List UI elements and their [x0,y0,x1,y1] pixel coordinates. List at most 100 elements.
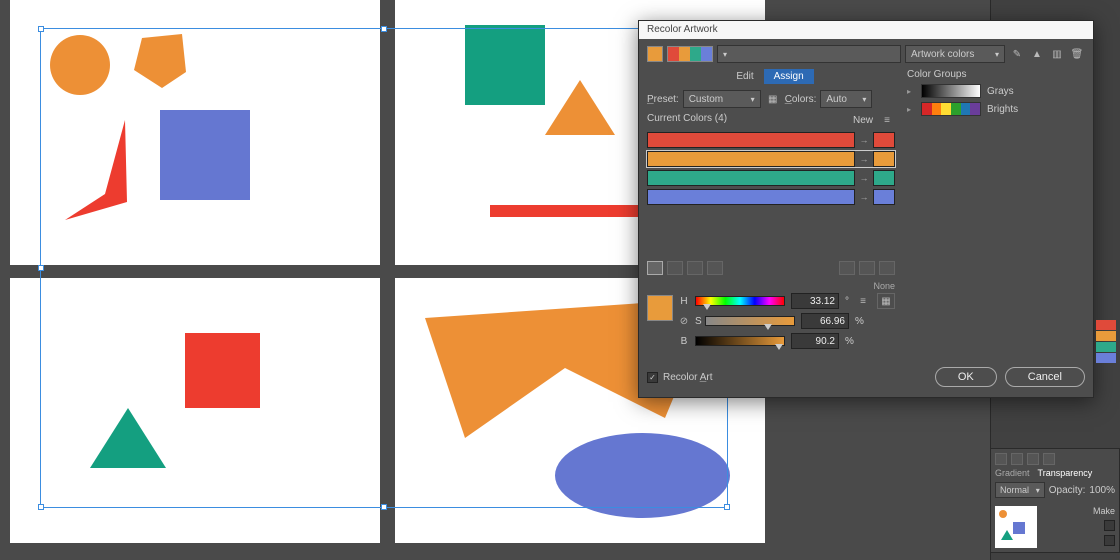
shape-triangle-teal[interactable] [90,408,166,468]
bri-input[interactable] [791,333,839,349]
preset-label: Preset: [647,94,679,105]
trash-icon[interactable]: 🗑 [1069,46,1085,62]
shape-pentagon[interactable] [130,30,190,90]
recolor-art-checkbox[interactable]: ✓ [647,372,658,383]
shape-ellipse-blue[interactable] [555,433,730,518]
preset-dropdown[interactable]: Custom [683,90,761,108]
current-colors-header: Current Colors (4) [647,113,727,124]
tab-gradient[interactable]: Gradient [995,468,1030,478]
expand-icon[interactable]: ▸ [907,105,915,114]
colors-count-dropdown[interactable]: Auto [820,90,872,108]
merge-colors-icon[interactable] [859,261,875,275]
artboard-3 [10,278,380,543]
tab-edit[interactable]: Edit [728,69,761,84]
shape-square-red[interactable] [185,333,260,408]
color-group-dropdown[interactable] [717,45,901,63]
link-icon[interactable]: ⊘ [679,313,689,329]
sel-handle-n[interactable] [381,26,387,32]
ok-button[interactable]: OK [935,367,997,387]
invert-checkbox[interactable] [1104,535,1115,546]
bri-unit: % [845,336,854,347]
sel-handle-w[interactable] [38,265,44,271]
artwork-colors-dropdown[interactable]: Artwork colors [905,45,1005,63]
map-arrow-icon: → [859,154,869,164]
color-row-options-icon[interactable]: ≡ [879,112,895,128]
h-label: H [679,296,689,307]
panel-icon-3[interactable] [1027,453,1039,465]
new-colors-header: New [853,115,873,126]
tab-assign[interactable]: Assign [764,69,814,84]
panel-icon-2[interactable] [1011,453,1023,465]
shape-square-blue[interactable] [160,110,250,200]
find-in-artwork-icon[interactable] [839,261,855,275]
shape-square-teal[interactable] [465,25,545,105]
hue-unit: ° [845,296,849,307]
color-row-1-selected[interactable]: → [647,151,895,167]
swatches-mini-panel [1096,320,1116,363]
dialog-title[interactable]: Recolor Artwork [639,21,1093,39]
mode-tabs: Edit Assign [647,69,895,84]
artboard-1 [10,0,380,265]
shape-red-spike[interactable] [65,120,145,230]
mini-swatch-orange[interactable] [1096,331,1116,341]
grays-label: Grays [987,86,1014,97]
color-row-3[interactable]: → [647,189,895,205]
clip-checkbox[interactable] [1104,520,1115,531]
shape-triangle-orange[interactable] [545,80,615,135]
blend-mode-select[interactable]: Normal [995,482,1045,498]
color-picker-icon[interactable]: ▦ [877,293,895,309]
color-row-2[interactable]: → [647,170,895,186]
map-arrow-icon: → [859,192,869,202]
hue-input[interactable] [791,293,839,309]
mode-menu-icon[interactable]: ≡ [855,293,871,309]
colors-value: Auto [826,94,847,105]
expand-icon[interactable]: ▸ [907,87,915,96]
brights-ramp [921,102,981,116]
bri-slider[interactable] [695,336,785,346]
panel-icon-4[interactable] [1043,453,1055,465]
make-mask-label[interactable]: Make [1093,506,1115,516]
sat-slider[interactable] [705,316,795,326]
separate-colors-icon[interactable] [879,261,895,275]
transparency-panel: Gradient Transparency Normal Opacity: 10… [990,448,1120,553]
mini-swatch-blue[interactable] [1096,353,1116,363]
transparency-thumbnail[interactable] [995,506,1037,548]
s-label: S [695,316,699,327]
delete-color-group-icon[interactable]: ▲ [1029,46,1045,62]
sort-hue-icon[interactable] [647,261,663,275]
blend-mode-value: Normal [1000,485,1029,495]
sat-unit: % [855,316,864,327]
hsb-preview-swatch[interactable] [647,295,673,321]
color-mapping-list: → → → → [647,132,895,205]
color-group-brights[interactable]: ▸ Brights [907,102,1085,116]
artwork-colors-label: Artwork colors [911,49,974,60]
active-color-swatch[interactable] [647,46,663,62]
edit-color-icon[interactable]: ✎ [1009,46,1025,62]
color-group-grays[interactable]: ▸ Grays [907,84,1085,98]
opacity-value: 100% [1089,485,1115,496]
randomize-saturation-icon[interactable] [707,261,723,275]
tab-transparency[interactable]: Transparency [1038,468,1093,478]
opacity-label: Opacity: [1049,485,1086,496]
brights-label: Brights [987,104,1018,115]
sel-handle-s[interactable] [381,504,387,510]
color-row-0[interactable]: → [647,132,895,148]
recolor-art-label: Recolor Art [663,372,712,383]
color-group-swatch[interactable] [667,46,713,62]
colors-label: Colors: [785,94,817,105]
shape-circle[interactable] [50,35,110,95]
folder-icon[interactable]: ▥ [1049,46,1065,62]
panel-icon-1[interactable] [995,453,1007,465]
preset-options-icon[interactable]: ▦ [765,91,781,107]
b-label: B [679,336,689,347]
mini-swatch-red[interactable] [1096,320,1116,330]
sort-brightness-icon[interactable] [667,261,683,275]
hue-slider[interactable] [695,296,785,306]
randomize-order-icon[interactable] [687,261,703,275]
map-arrow-icon: → [859,135,869,145]
preset-value: Custom [689,94,723,105]
recolor-artwork-dialog: Recolor Artwork Artwork colors ✎ ▲ ▥ 🗑 E… [638,20,1094,398]
cancel-button[interactable]: Cancel [1005,367,1085,387]
mini-swatch-teal[interactable] [1096,342,1116,352]
sat-input[interactable] [801,313,849,329]
